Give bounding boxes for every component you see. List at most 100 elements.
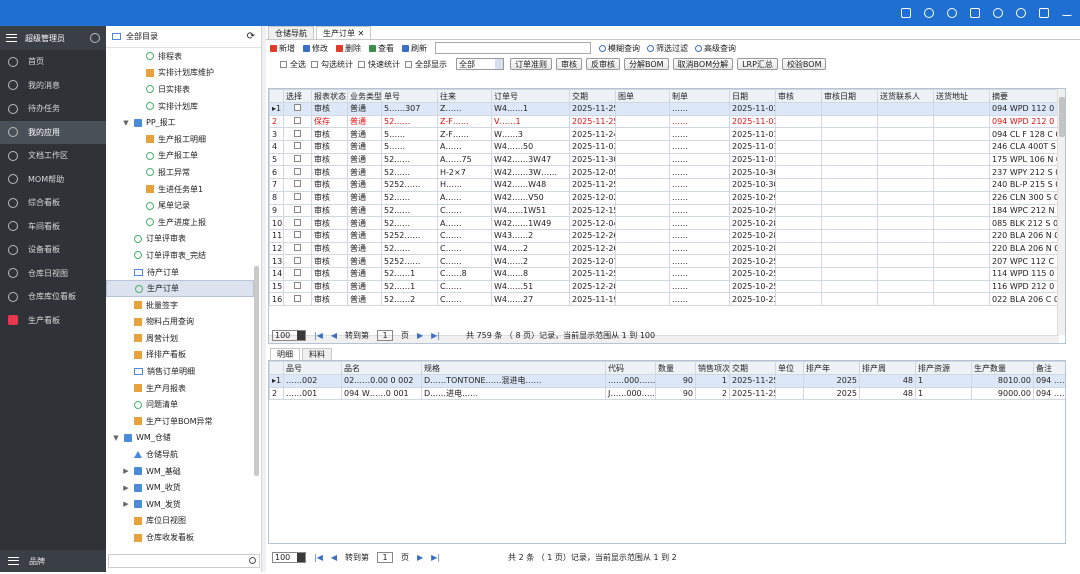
column-header[interactable]: 代码 [605,361,656,375]
checkbox[interactable] [405,60,412,68]
column-header[interactable]: 图单 [615,89,670,103]
table-row[interactable]: 14 审核 普通 52……1 C……8 W4……8 2025-11-25 …… 2025-10-… [269,266,1059,281]
first-page-icon[interactable]: |◀ [314,331,323,340]
checkbox[interactable] [294,281,301,289]
checkbox[interactable] [294,193,301,201]
column-header[interactable]: 送货地址 [933,89,990,103]
row-checkbox-cell[interactable] [283,292,312,306]
table-row[interactable]: 5 审核 普通 52…… A……75 W42……3W47 2025-11-30 …… 2025-… [269,152,1059,167]
table-row[interactable]: 7 审核 普通 5252…… H…… W42……W48 2025-11-25 …… 2025-1… [269,178,1059,192]
checkbox[interactable] [294,117,301,125]
action-button[interactable]: 订单准则 [510,58,552,70]
row-checkbox-cell[interactable] [283,165,312,180]
row-checkbox-cell[interactable] [283,241,312,256]
table-row[interactable]: 2 保存 普通 52…… Z-F…… V……1 2025-11-25 …… 2025-11-03… [269,114,1059,129]
column-header[interactable]: 交期 [569,89,616,103]
column-header[interactable]: 送货联系人 [877,89,934,103]
tree-node[interactable]: 问题清单 [106,396,254,413]
table-row[interactable]: 12 审核 普通 52…… C…… W4……2 2025-12-26 …… 2025-10-28… [269,241,1059,256]
table-row[interactable]: 2 ……001 094 W……0 001 D……进电…… J……000…… 90 2 2025… [269,386,1065,401]
row-checkbox-cell[interactable] [283,279,312,294]
detail-tab[interactable]: 明细 [270,348,300,360]
column-header[interactable]: 往来 [437,89,492,103]
tree-node[interactable]: 生产进度上报 [106,214,254,231]
column-header[interactable]: 排产资源 [915,361,972,375]
table-row[interactable]: 8 审核 普通 52…… A…… W42……V50 2025-12-02 …… 2025-10-… [269,190,1059,205]
column-header[interactable]: 品号 [283,361,342,375]
tree-node[interactable]: ▼ WM_仓储 [106,430,254,447]
smile-icon[interactable] [993,8,1003,18]
column-header[interactable]: 业务类型 [347,89,382,103]
checkbox[interactable] [294,269,301,277]
scroll-thumb[interactable] [1059,97,1065,137]
refresh-icon[interactable]: ⟳ [247,31,255,42]
detail-tab[interactable]: 料料 [302,348,332,360]
last-page-icon[interactable]: ▶| [431,331,440,340]
nav-item[interactable]: 设备看板 [0,238,106,262]
toolbar-button[interactable]: 新增 [270,43,295,54]
row-checkbox-cell[interactable] [283,114,312,129]
nav-item[interactable]: 我的消息 [0,74,106,98]
tree-node[interactable]: 销售订单明细 [106,363,254,380]
row-checkbox-cell[interactable] [283,102,312,116]
checkbox[interactable] [294,243,301,251]
nav-item[interactable]: 生产看板 [0,309,106,333]
action-button[interactable]: 审核 [556,58,582,70]
next-page-icon[interactable]: ▶ [417,331,423,340]
page-size-select[interactable]: 100 [272,329,306,341]
table-row[interactable]: 9 审核 普通 52…… C…… W4……1W51 2025-12-15 …… 2025-10-… [269,203,1059,218]
checkbox[interactable] [294,129,301,137]
column-header[interactable]: 销售项次 [695,361,730,375]
action-button[interactable]: 反审核 [586,58,620,70]
action-button[interactable]: LRP汇总 [737,58,778,70]
tree-node[interactable]: 订单评审表_完结 [106,247,254,264]
column-header[interactable]: 审核日期 [821,89,878,103]
checkbox[interactable] [294,294,301,302]
next-page-icon[interactable]: ▶ [417,553,423,562]
check-option[interactable]: 全选 [280,59,306,70]
expand-arrow-icon[interactable]: ▶ [122,467,130,475]
nav-item[interactable]: 车间看板 [0,215,106,239]
expand-arrow-icon[interactable]: ▶ [122,500,130,508]
check-option[interactable]: 快速统计 [358,59,400,70]
lock-icon[interactable] [970,8,980,18]
toolbar-button[interactable]: 修改 [303,43,328,54]
column-header[interactable]: 排产年 [803,361,860,375]
checkbox[interactable] [294,142,301,150]
close-icon[interactable] [1062,10,1072,16]
table-row[interactable]: 6 审核 普通 52…… H-2×7 W42……3W…… 2025-12-05 …… 2025-… [269,165,1059,180]
tab[interactable]: 生产订单 ✕ [316,26,372,39]
tree-scrollbar[interactable] [254,266,259,476]
checkbox[interactable] [358,60,365,68]
tree-node[interactable]: 待产订单 [106,264,254,281]
nav-item[interactable]: MOM帮助 [0,168,106,192]
search-tool-button[interactable]: 高级查询 [695,43,736,54]
column-header[interactable]: 排产周 [859,361,916,375]
tree-node[interactable]: ▼ PP_报工 [106,114,254,131]
row-checkbox-cell[interactable] [283,127,312,142]
column-header[interactable]: 数量 [655,361,696,375]
tree-node[interactable]: ▶ WM_发货 [106,496,254,513]
tree-node[interactable]: 生产报工明细 [106,131,254,148]
note-icon[interactable] [901,8,911,18]
action-button[interactable]: 取消BOM分解 [672,58,734,70]
nav-item[interactable]: 我的应用 [0,120,106,144]
restore-icon[interactable] [1039,8,1049,18]
toolbar-button[interactable]: 删除 [336,43,361,54]
tree-node[interactable]: 实排计划库 [106,98,254,115]
tree-node[interactable]: 实排计划库维护 [106,65,254,82]
column-header[interactable]: 摘要 [989,89,1059,103]
table-row[interactable]: 10 审核 普通 52…… A…… W42……1W49 2025-12-04 …… 2025-1… [269,216,1059,230]
nav-item[interactable]: 文档工作区 [0,144,106,168]
table-row[interactable]: ▸1 ……002 02……0.00 0 002 D……TONTONE……混进电…………… [269,374,1065,388]
grid-vertical-scrollbar[interactable] [1057,89,1065,335]
tree-node[interactable]: 批量签字 [106,297,254,314]
column-header[interactable]: 备注 [1033,361,1065,375]
column-header[interactable]: 单位 [775,361,804,375]
search-icon[interactable] [249,557,256,564]
users-icon[interactable] [90,33,100,43]
column-header[interactable] [269,361,284,375]
menu-icon[interactable] [6,34,17,42]
checkbox[interactable] [294,218,301,226]
checkbox[interactable] [294,205,301,213]
